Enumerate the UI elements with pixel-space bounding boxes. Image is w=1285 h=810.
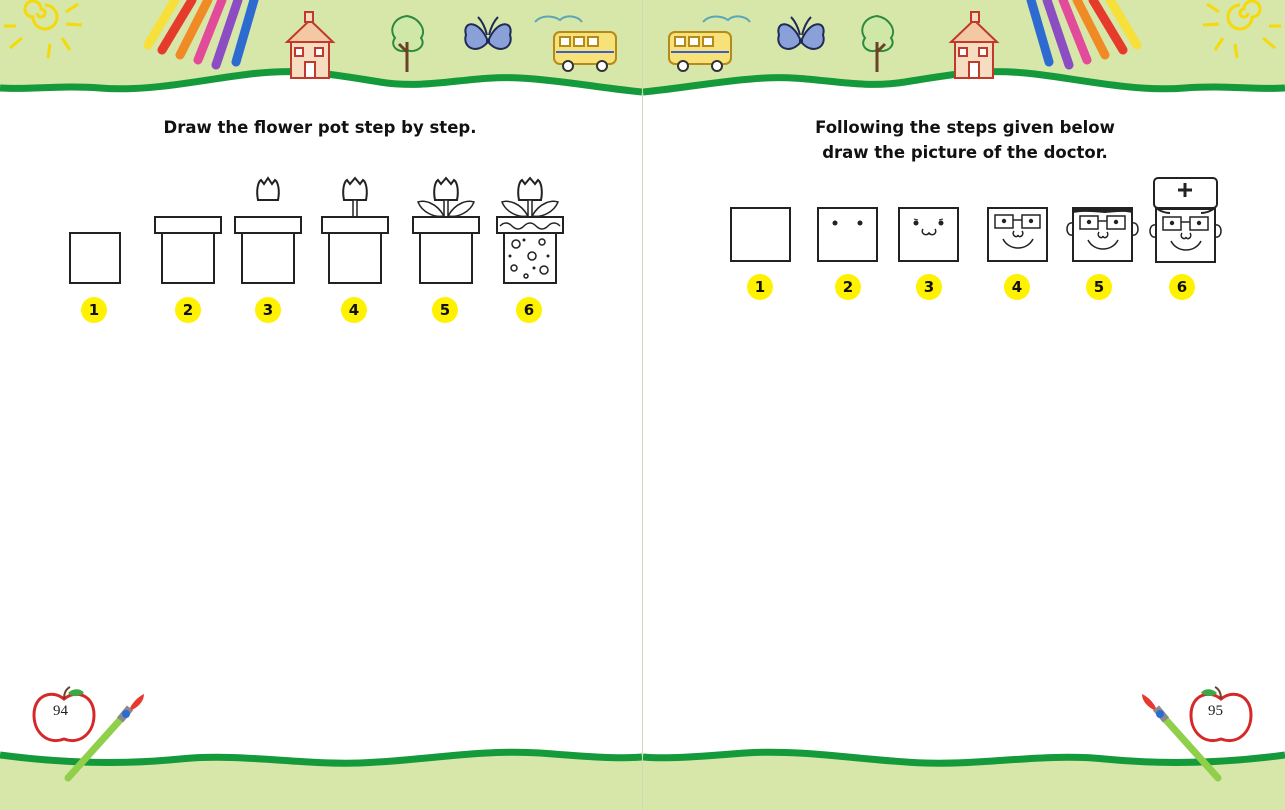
step-badge-5: 5 xyxy=(432,297,458,323)
right-page-title-line-1: Following the steps given below xyxy=(815,118,1115,137)
flower-pot-step-3 xyxy=(234,176,302,284)
doctor-step-2 xyxy=(817,207,878,262)
step-badge-5: 5 xyxy=(1086,274,1112,300)
doctor-step-4 xyxy=(987,207,1048,262)
left-page-title: Draw the flower pot step by step. xyxy=(163,118,477,137)
step-badge-2: 2 xyxy=(835,274,861,300)
step-badge-2: 2 xyxy=(175,297,201,323)
step-badge-3: 3 xyxy=(916,274,942,300)
school-bus-icon xyxy=(534,15,617,72)
butterfly-icon xyxy=(464,16,512,50)
flower-pot-step-4 xyxy=(321,176,389,284)
left-page: Draw the flower pot step by step. 1 2 3 … xyxy=(0,0,642,810)
paintbrush-icon xyxy=(64,694,144,782)
flower-pot-step-2 xyxy=(154,216,222,284)
butterfly-icon xyxy=(777,16,825,50)
step-badge-1: 1 xyxy=(747,274,773,300)
doctor-step-3 xyxy=(898,207,959,262)
right-page-title-line-2: draw the picture of the doctor. xyxy=(822,143,1108,162)
school-bus-icon xyxy=(668,15,751,72)
sun-icon xyxy=(1202,0,1281,59)
step-badge-1: 1 xyxy=(81,297,107,323)
tree-icon xyxy=(861,14,895,72)
school-house-icon xyxy=(948,11,1000,79)
page-number-right: 95 xyxy=(1208,703,1223,719)
right-page: Following the steps given below draw the… xyxy=(643,0,1285,810)
sun-icon xyxy=(4,0,83,59)
flower-pot-step-5 xyxy=(412,176,480,284)
doctor-step-6 xyxy=(1149,177,1222,263)
doctor-step-1 xyxy=(730,207,791,262)
step-badge-3: 3 xyxy=(255,297,281,323)
step-badge-4: 4 xyxy=(1004,274,1030,300)
doctor-step-5 xyxy=(1066,207,1139,262)
crayons-icon xyxy=(1026,0,1142,70)
crayons-icon xyxy=(143,0,259,70)
school-house-icon xyxy=(284,11,336,79)
flower-pot-step-6 xyxy=(496,176,564,284)
step-badge-4: 4 xyxy=(341,297,367,323)
tree-icon xyxy=(391,14,425,72)
flower-pot-step-1 xyxy=(69,232,121,284)
step-badge-6: 6 xyxy=(1169,274,1195,300)
step-badge-6: 6 xyxy=(516,297,542,323)
